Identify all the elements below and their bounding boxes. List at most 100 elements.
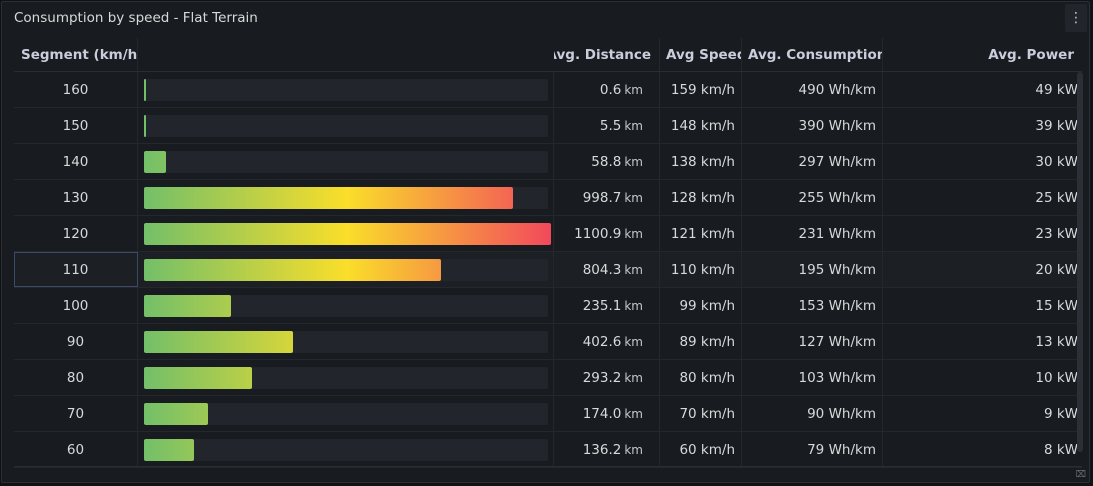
speed-cell: 159 km/h	[660, 72, 742, 107]
distance-unit: km	[624, 190, 643, 205]
consumption-cell: 127 Wh/km	[742, 324, 883, 359]
power-cell: 9 kW	[1043, 405, 1078, 422]
distance-cell: 998.7 km	[554, 180, 660, 215]
bar-gauge-fill	[144, 331, 293, 353]
distance-value: 5.5	[599, 117, 622, 134]
table-row[interactable]: 90 402.6 km 89 km/h 127 Wh/km 13 kW	[14, 324, 1082, 360]
header-distance[interactable]: Avg. Distance	[554, 38, 660, 71]
power-cell: 49 kW	[1035, 81, 1078, 98]
distance-bar-cell	[138, 180, 554, 215]
header-bar-gauge	[138, 38, 554, 71]
table-row[interactable]: 110 804.3 km 110 km/h 195 Wh/km 20 kW	[14, 252, 1082, 288]
bar-gauge-track	[144, 187, 548, 209]
distance-bar-cell	[138, 324, 554, 359]
segment-cell[interactable]: 160	[14, 72, 138, 107]
bar-gauge-fill	[144, 439, 195, 461]
consumption-cell: 103 Wh/km	[742, 360, 883, 395]
table-row[interactable]: 70 174.0 km 70 km/h 90 Wh/km 9 kW	[14, 396, 1082, 432]
segment-cell[interactable]: 130	[14, 180, 138, 215]
table-row[interactable]: 140 58.8 km 138 km/h 297 Wh/km 30 kW	[14, 144, 1082, 180]
speed-cell: 128 km/h	[660, 180, 742, 215]
bar-gauge-track	[144, 79, 548, 101]
distance-value: 402.6	[582, 333, 622, 350]
distance-unit: km	[624, 226, 643, 241]
power-cell: 10 kW	[1035, 369, 1078, 386]
table-row[interactable]: 80 293.2 km 80 km/h 103 Wh/km 10 kW	[14, 360, 1082, 396]
consumption-cell: 255 Wh/km	[742, 180, 883, 215]
consumption-cell: 297 Wh/km	[742, 144, 883, 179]
table-bottom-border	[14, 466, 1082, 467]
bar-gauge-fill	[144, 403, 209, 425]
distance-unit: km	[624, 118, 643, 133]
distance-cell: 58.8 km	[554, 144, 660, 179]
segment-cell[interactable]: 90	[14, 324, 138, 359]
bar-gauge-track	[144, 151, 548, 173]
header-power[interactable]: Avg. Power	[883, 38, 1082, 71]
consumption-cell: 90 Wh/km	[742, 396, 883, 431]
segment-cell[interactable]: 60	[14, 432, 138, 467]
bar-gauge-track	[144, 367, 548, 389]
distance-bar-cell	[138, 108, 554, 143]
distance-bar-cell	[138, 216, 554, 251]
distance-cell: 174.0 km	[554, 396, 660, 431]
distance-cell: 235.1 km	[554, 288, 660, 323]
table-row[interactable]: 100 235.1 km 99 km/h 153 Wh/km 15 kW	[14, 288, 1082, 324]
distance-unit: km	[624, 370, 643, 385]
speed-cell: 148 km/h	[660, 108, 742, 143]
distance-unit: km	[624, 406, 643, 421]
panel-menu-button[interactable]: ⋮	[1065, 4, 1087, 32]
distance-bar-cell	[138, 360, 554, 395]
speed-cell: 80 km/h	[660, 360, 742, 395]
bar-gauge-fill	[144, 295, 231, 317]
table-body: 160 0.6 km 159 km/h 490 Wh/km 49 kW 150 5.5 km 14…	[14, 72, 1082, 468]
bar-gauge-fill	[144, 115, 146, 137]
panel-title: Consumption by speed - Flat Terrain	[14, 10, 258, 26]
table-row[interactable]: 150 5.5 km 148 km/h 390 Wh/km 39 kW	[14, 108, 1082, 144]
bar-gauge-track	[144, 439, 548, 461]
consumption-cell: 490 Wh/km	[742, 72, 883, 107]
table-row[interactable]: 160 0.6 km 159 km/h 490 Wh/km 49 kW	[14, 72, 1082, 108]
segment-cell[interactable]: 110	[14, 252, 138, 287]
distance-cell: 136.2 km	[554, 432, 660, 467]
distance-value: 174.0	[582, 405, 622, 422]
segment-cell[interactable]: 70	[14, 396, 138, 431]
distance-cell: 293.2 km	[554, 360, 660, 395]
distance-value: 293.2	[582, 369, 622, 386]
resize-handle-icon[interactable]: ⌧	[1076, 470, 1086, 480]
header-speed[interactable]: Avg Speed	[660, 38, 742, 71]
table-row[interactable]: 120 1100.9 km 121 km/h 231 Wh/km 23 kW	[14, 216, 1082, 252]
panel: Consumption by speed - Flat Terrain ⋮ Se…	[1, 1, 1090, 483]
distance-bar-cell	[138, 72, 554, 107]
power-cell: 23 kW	[1035, 225, 1078, 242]
speed-cell: 138 km/h	[660, 144, 742, 179]
segment-cell[interactable]: 80	[14, 360, 138, 395]
segment-cell[interactable]: 150	[14, 108, 138, 143]
power-cell: 8 kW	[1043, 441, 1078, 458]
distance-unit: km	[624, 82, 643, 97]
segment-cell[interactable]: 120	[14, 216, 138, 251]
power-cell: 15 kW	[1035, 297, 1078, 314]
header-segment[interactable]: Segment (km/h)	[14, 38, 138, 71]
distance-unit: km	[624, 262, 643, 277]
speed-cell: 121 km/h	[660, 216, 742, 251]
speed-cell: 110 km/h	[660, 252, 742, 287]
bar-gauge-track	[144, 259, 548, 281]
distance-bar-cell	[138, 396, 554, 431]
power-cell: 13 kW	[1035, 333, 1078, 350]
segment-cell[interactable]: 100	[14, 288, 138, 323]
distance-value: 1100.9	[574, 225, 622, 242]
distance-unit: km	[624, 154, 643, 169]
bar-gauge-fill	[144, 367, 253, 389]
distance-value: 58.8	[591, 153, 622, 170]
header-consumption[interactable]: Avg. Consumption	[742, 38, 883, 71]
distance-cell: 1100.9 km	[554, 216, 660, 251]
distance-value: 136.2	[582, 441, 622, 458]
segment-cell[interactable]: 140	[14, 144, 138, 179]
table-row[interactable]: 130 998.7 km 128 km/h 255 Wh/km 25 kW	[14, 180, 1082, 216]
bar-gauge-track	[144, 223, 551, 245]
table-row[interactable]: 60 136.2 km 60 km/h 79 Wh/km 8 kW	[14, 432, 1082, 468]
distance-value: 998.7	[582, 189, 622, 206]
bar-gauge-fill	[144, 151, 166, 173]
vertical-scrollbar[interactable]	[1077, 72, 1083, 452]
distance-unit: km	[624, 442, 643, 457]
